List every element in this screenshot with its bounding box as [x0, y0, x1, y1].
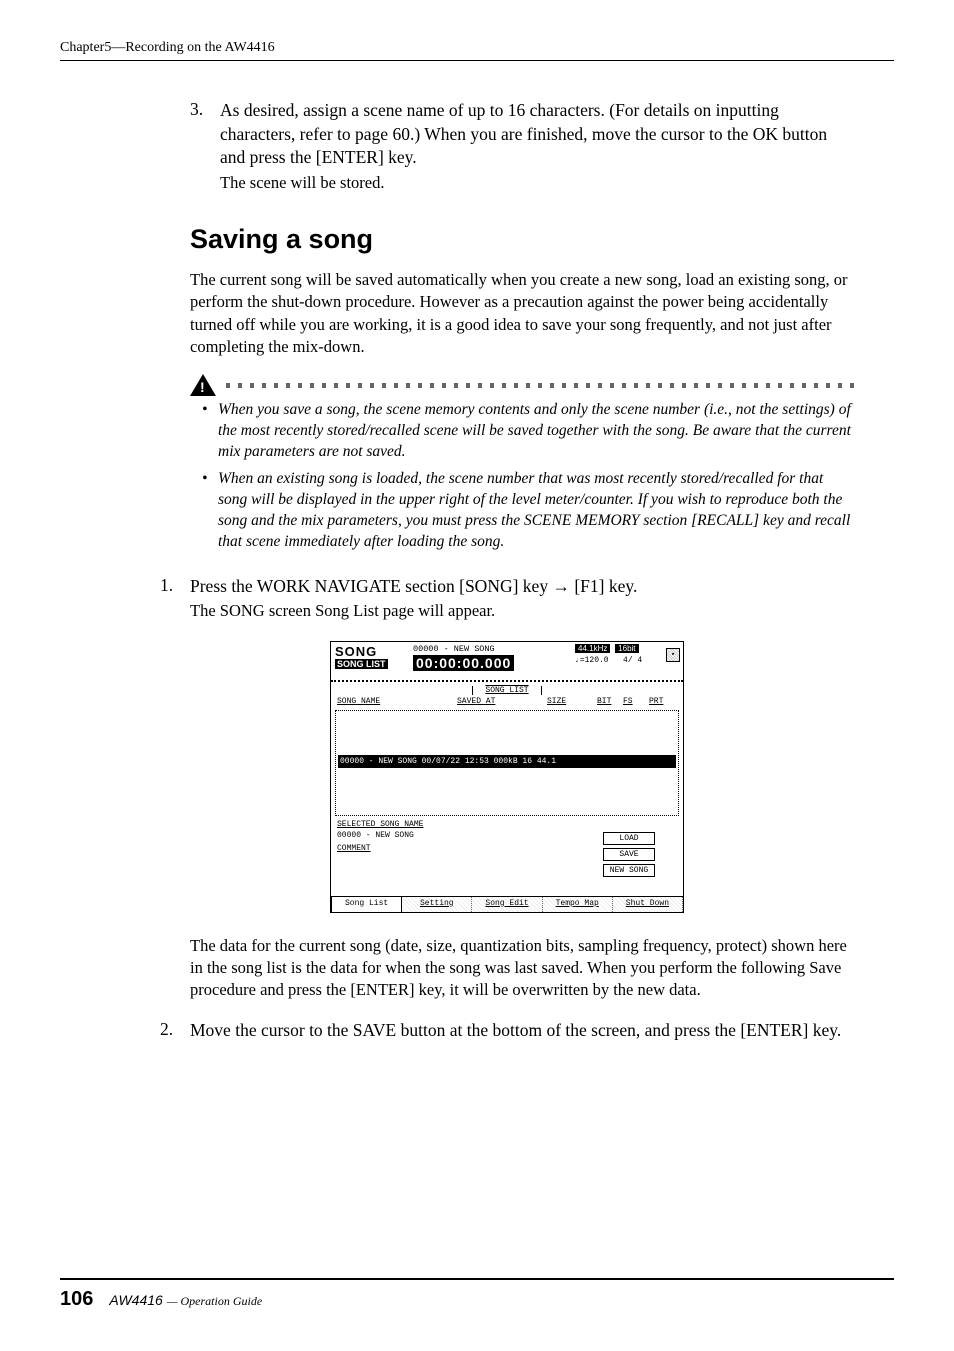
intro-paragraph: The current song will be saved automatic… — [190, 269, 854, 358]
song-list-row: 00000 - NEW SONG 00/07/22 12:53 000kB 16… — [338, 755, 676, 768]
step-note: The SONG screen Song List page will appe… — [190, 600, 854, 622]
bits-badge: 16bit — [615, 644, 638, 653]
col-name: SONG NAME — [337, 697, 457, 706]
step-note: The scene will be stored. — [220, 172, 854, 194]
footer-guide: — Operation Guide — [167, 1294, 262, 1309]
col-saved: SAVED AT — [457, 697, 547, 706]
tab-songedit[interactable]: Song Edit — [472, 897, 542, 912]
arrow-icon: → — [552, 576, 570, 596]
page-footer: 106 AW4416 — Operation Guide — [60, 1278, 894, 1311]
screen-header: SONG SONG LIST 00000 - NEW SONG 00:00:00… — [331, 642, 683, 682]
column-headers: SONG NAME SAVED AT SIZE BIT FS PRT — [331, 697, 683, 708]
selected-label: SELECTED SONG NAME — [331, 818, 683, 831]
page-header: Chapter5—Recording on the AW4416 — [60, 40, 894, 61]
screenshot-figure: SONG SONG LIST 00000 - NEW SONG 00:00:00… — [330, 641, 684, 913]
after-screenshot-paragraph: The data for the current song (date, siz… — [190, 935, 854, 1002]
songlist-label: SONG LIST — [335, 659, 388, 669]
tab-tempomap[interactable]: Tempo Map — [543, 897, 613, 912]
step-number: 2. — [160, 1019, 190, 1043]
step-instruction: Press the WORK NAVIGATE section [SONG] k… — [190, 575, 854, 599]
tab-shutdown[interactable]: Shut Down — [613, 897, 683, 912]
col-fs: FS — [623, 697, 649, 706]
step-body: As desired, assign a scene name of up to… — [220, 99, 854, 194]
step-body: Move the cursor to the SAVE button at th… — [190, 1019, 854, 1043]
warning-icon — [190, 374, 216, 396]
save-button[interactable]: SAVE — [603, 848, 655, 861]
song-label: SONG — [335, 644, 405, 659]
tab-setting[interactable]: Setting — [402, 897, 472, 912]
step-text-b: [F1] key. — [570, 576, 637, 596]
rate-badge: 44.1kHz — [575, 644, 610, 653]
chapter-label: Chapter5—Recording on the AW4416 — [60, 40, 275, 55]
time-signature: 4/ 4 — [623, 656, 642, 665]
tab-songlist[interactable]: Song List — [331, 896, 402, 912]
warning-list: When you save a song, the scene memory c… — [202, 400, 854, 552]
warning-item: When you save a song, the scene memory c… — [202, 400, 854, 463]
step-2: 2. Move the cursor to the SAVE button at… — [160, 1019, 854, 1043]
song-screen: SONG SONG LIST 00000 - NEW SONG 00:00:00… — [330, 641, 684, 913]
screen-title-block: SONG SONG LIST — [331, 642, 409, 680]
step-text-a: Press the WORK NAVIGATE section [SONG] k… — [190, 576, 552, 596]
col-size: SIZE — [547, 697, 597, 706]
col-prt: PRT — [649, 697, 669, 706]
step-1: 1. Press the WORK NAVIGATE section [SONG… — [160, 575, 854, 623]
song-title: 00000 - NEW SONG — [413, 644, 569, 654]
song-time: 00:00:00.000 — [413, 655, 514, 671]
col-bit: BIT — [597, 697, 623, 706]
step-3: 3. As desired, assign a scene name of up… — [190, 99, 854, 194]
list-header-row: SONG LIST — [331, 682, 683, 695]
step-number: 1. — [160, 575, 190, 623]
step-body: Press the WORK NAVIGATE section [SONG] k… — [190, 575, 854, 623]
section-title: Saving a song — [190, 224, 854, 255]
divider-dots — [226, 383, 854, 388]
warning-header — [190, 374, 854, 396]
screen-time-block: 00000 - NEW SONG 00:00:00.000 — [409, 642, 573, 680]
new-song-button[interactable]: NEW SONG — [603, 864, 655, 877]
warning-item: When an existing song is loaded, the sce… — [202, 469, 854, 553]
step-instruction: Move the cursor to the SAVE button at th… — [190, 1019, 854, 1043]
load-button[interactable]: LOAD — [603, 832, 655, 845]
songlist-header: SONG LIST — [472, 686, 542, 695]
step-instruction: As desired, assign a scene name of up to… — [220, 99, 854, 170]
warning-block: When you save a song, the scene memory c… — [190, 374, 854, 552]
song-list-area: 00000 - NEW SONG 00/07/22 12:53 000kB 16… — [335, 710, 679, 816]
scene-indicator: ▪ — [666, 648, 680, 662]
tempo: ♩=120.0 — [575, 656, 609, 665]
main-content: 3. As desired, assign a scene name of up… — [160, 99, 854, 1043]
page-number: 106 — [60, 1288, 93, 1311]
step-number: 3. — [190, 99, 220, 194]
button-group: LOAD SAVE NEW SONG — [603, 832, 655, 880]
footer-logo: AW4416 — [109, 1292, 162, 1308]
tab-row: Song List Setting Song Edit Tempo Map Sh… — [331, 896, 683, 912]
